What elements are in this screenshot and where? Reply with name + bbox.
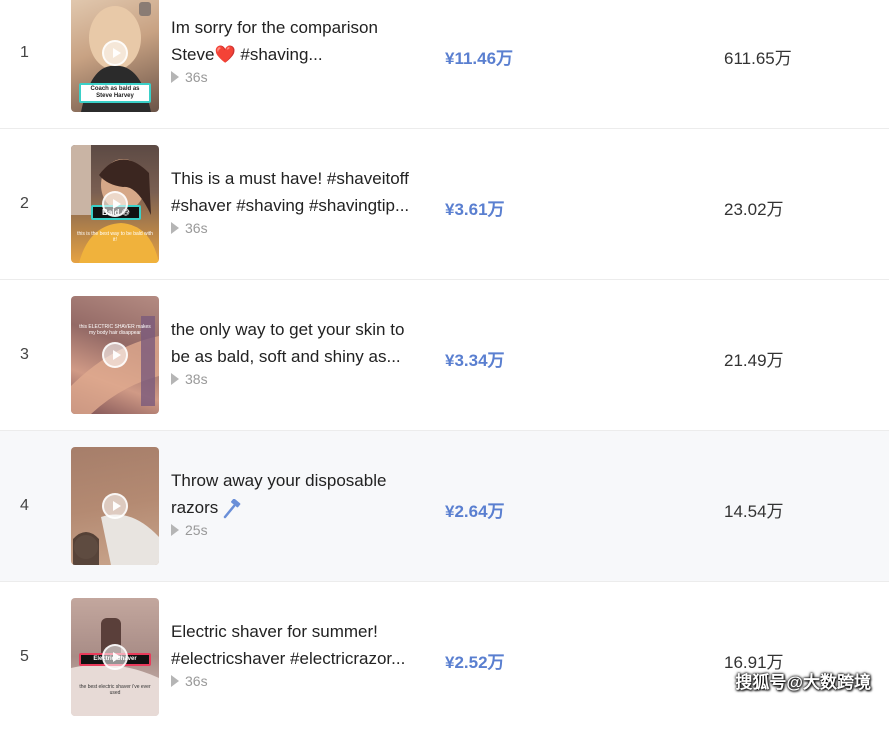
play-icon [171, 524, 179, 536]
watermark: 搜狐号@大数跨境 [735, 673, 871, 692]
duration-label: 36s [185, 673, 208, 689]
play-icon [171, 71, 179, 83]
title-line-2-tail: #shaving... [235, 45, 323, 64]
title-line-1: the only way to get your skin to [171, 320, 405, 339]
thumbnail-caption: Coach as bald as Steve Harvey [79, 83, 151, 103]
rank-number: 5 [20, 648, 29, 665]
table-row[interactable]: 1 Coach as bald as Steve Harvey Im sorry… [0, 0, 889, 129]
duration-label: 25s [185, 522, 208, 538]
play-count: 611.65万 [724, 49, 792, 68]
rank-number: 3 [20, 346, 29, 363]
title-line-1: Throw away your disposable [171, 471, 387, 490]
play-icon[interactable] [102, 40, 128, 66]
video-thumbnail[interactable]: Bald 😅 this is the best way to be bald w… [71, 145, 159, 263]
estimated-revenue: ¥2.52万 [445, 653, 505, 672]
razor-icon [223, 498, 241, 518]
title-line-2-text: razors [171, 498, 219, 517]
play-icon [171, 675, 179, 687]
video-duration: 25s [171, 522, 208, 538]
rank-number: 2 [20, 195, 29, 212]
title-line-1: Electric shaver for summer! [171, 622, 378, 641]
video-duration: 36s [171, 673, 208, 689]
title-line-2: #electricshaver #electricrazor... [171, 649, 406, 668]
play-icon[interactable] [102, 191, 128, 217]
rank-number: 1 [20, 44, 29, 61]
table-row[interactable]: 5 Electric Shaver the best electric shav… [0, 582, 889, 732]
video-title[interactable]: the only way to get your skin to be as b… [171, 316, 431, 370]
duration-label: 38s [185, 371, 208, 387]
video-thumbnail[interactable]: Electric Shaver the best electric shaver… [71, 598, 159, 716]
play-icon[interactable] [102, 493, 128, 519]
table-row[interactable]: 2 Bald 😅 this is the best way to be bald… [0, 129, 889, 280]
play-count: 21.49万 [724, 351, 784, 370]
video-title[interactable]: Throw away your disposable razors [171, 467, 431, 521]
thumbnail-subcaption: the best electric shaver i've ever used [79, 684, 151, 696]
title-line-2: Steve❤️ #shaving... [171, 41, 431, 68]
video-duration: 36s [171, 69, 208, 85]
title-line-1: This is a must have! #shaveitoff [171, 169, 409, 188]
video-thumbnail[interactable] [71, 447, 159, 565]
estimated-revenue: ¥2.64万 [445, 502, 505, 521]
table-row[interactable]: 4 Throw away your disposable razors 25s … [0, 431, 889, 582]
play-count: 23.02万 [724, 200, 784, 219]
duration-label: 36s [185, 69, 208, 85]
thumbnail-subcaption: this ELECTRIC SHAVER makes my body hair … [79, 324, 151, 336]
video-duration: 38s [171, 371, 208, 387]
video-title[interactable]: Im sorry for the comparison Steve❤️ #sha… [171, 14, 431, 68]
heart-icon: ❤️ [214, 45, 236, 64]
video-thumbnail[interactable]: this ELECTRIC SHAVER makes my body hair … [71, 296, 159, 414]
play-icon[interactable] [102, 644, 128, 670]
title-line-2: #shaver #shaving #shavingtip... [171, 196, 410, 215]
title-line-2: be as bald, soft and shiny as... [171, 347, 401, 366]
title-line-2: razors [171, 494, 431, 521]
estimated-revenue: ¥11.46万 [445, 49, 514, 68]
play-icon [171, 222, 179, 234]
thumbnail-subcaption: this is the best way to be bald with it! [77, 231, 153, 243]
play-icon [171, 373, 179, 385]
table-row[interactable]: 3 this ELECTRIC SHAVER makes my body hai… [0, 280, 889, 431]
play-count: 14.54万 [724, 502, 784, 521]
video-title[interactable]: Electric shaver for summer! #electricsha… [171, 618, 431, 672]
estimated-revenue: ¥3.34万 [445, 351, 505, 370]
title-line-2-text: Steve [171, 45, 215, 64]
play-icon[interactable] [102, 342, 128, 368]
video-title[interactable]: This is a must have! #shaveitoff #shaver… [171, 165, 431, 219]
video-thumbnail[interactable]: Coach as bald as Steve Harvey [71, 0, 159, 112]
video-duration: 36s [171, 220, 208, 236]
rank-number: 4 [20, 497, 29, 514]
duration-label: 36s [185, 220, 208, 236]
estimated-revenue: ¥3.61万 [445, 200, 505, 219]
title-line-1: Im sorry for the comparison [171, 18, 378, 37]
